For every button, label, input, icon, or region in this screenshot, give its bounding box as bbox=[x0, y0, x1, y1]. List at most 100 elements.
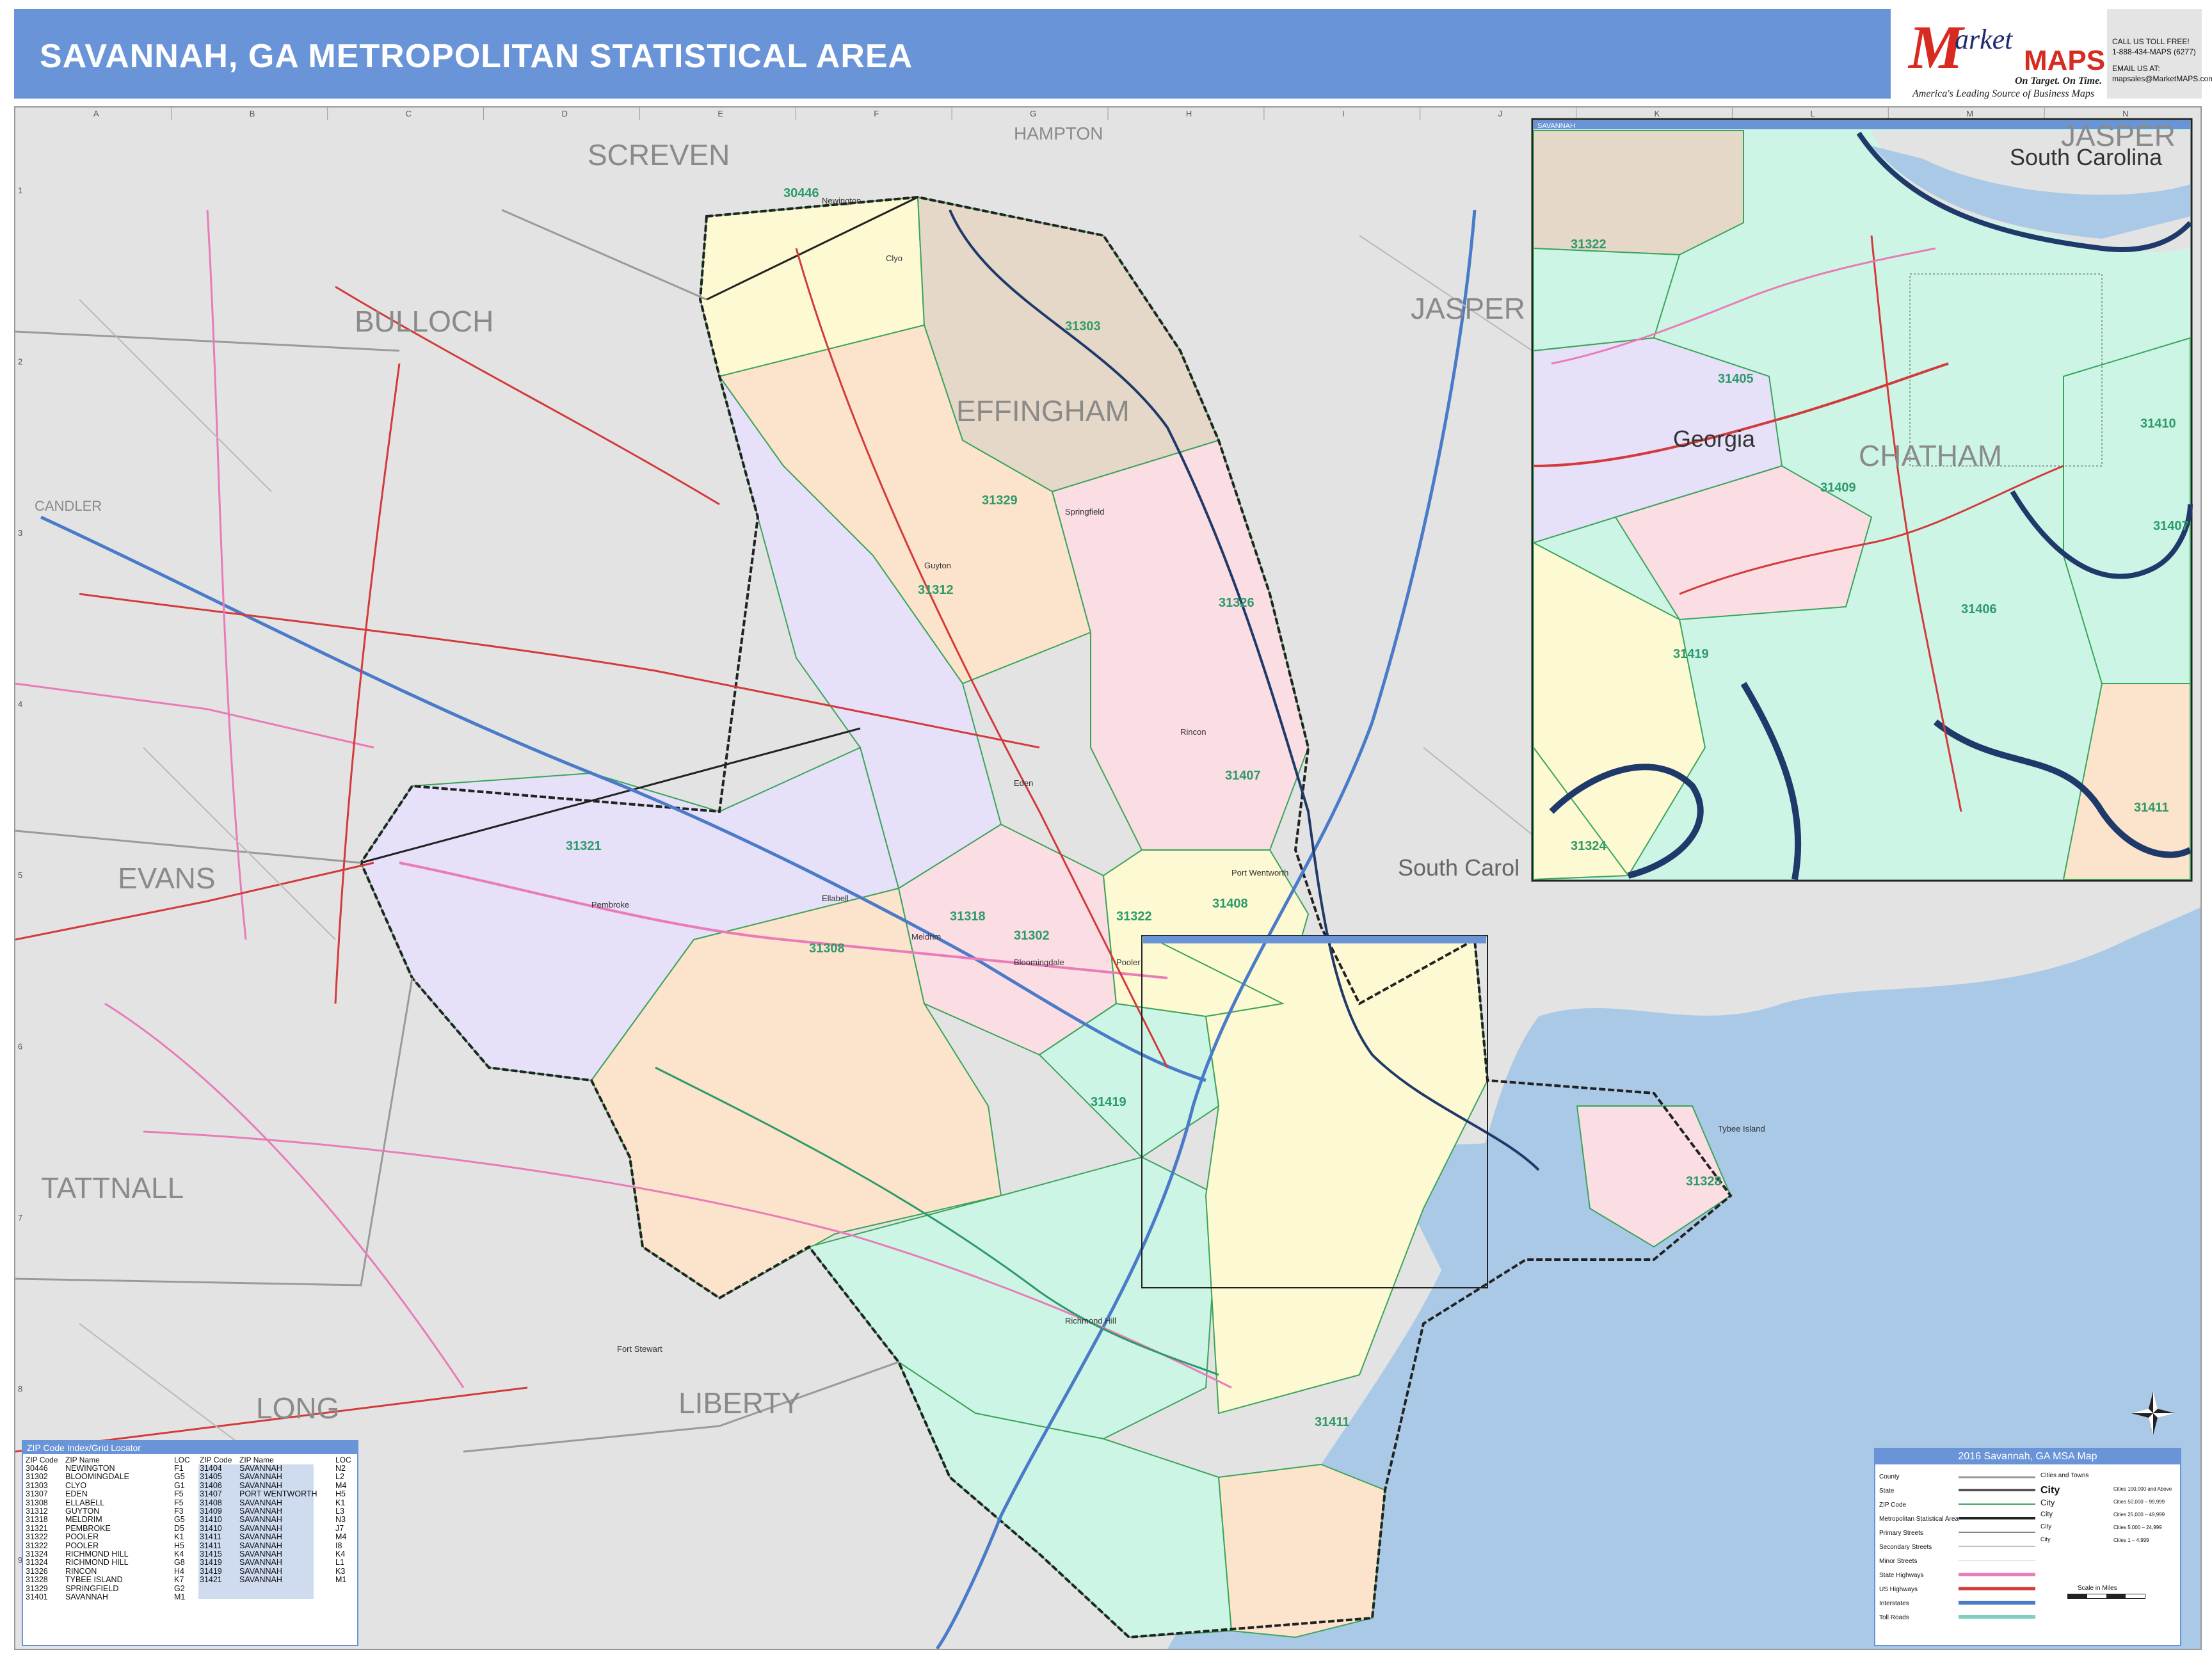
grid-letter: C bbox=[406, 109, 412, 118]
left-cell: G8 bbox=[174, 1558, 185, 1567]
legend-item: Metropolitan Statistical Area bbox=[1879, 1516, 1959, 1523]
grid-number: 6 bbox=[18, 1042, 22, 1052]
grid-letter: H bbox=[1186, 109, 1192, 118]
legend-city-range: Cities 1 – 4,999 bbox=[2113, 1537, 2149, 1543]
zip-header: ZIP Name bbox=[65, 1455, 100, 1464]
zip-label: 31324 bbox=[1571, 839, 1607, 853]
left-cell: 31308 bbox=[26, 1498, 48, 1507]
left-cell: F5 bbox=[174, 1498, 184, 1507]
zip-label: 31326 bbox=[1219, 596, 1254, 610]
grid-letter: M bbox=[1966, 109, 1973, 118]
legend-item: Secondary Streets bbox=[1879, 1544, 1932, 1551]
grid-number: 8 bbox=[18, 1384, 22, 1394]
right-cell: 31410 bbox=[200, 1523, 222, 1533]
zip-label: 31407 bbox=[1225, 769, 1261, 783]
left-cell: 31328 bbox=[26, 1575, 48, 1585]
zip-label: 31329 bbox=[982, 493, 1018, 508]
right-cell: SAVANNAH bbox=[239, 1515, 282, 1525]
zip-header: LOC bbox=[174, 1455, 190, 1464]
state-label-south-carolina-main: South Carol bbox=[1398, 854, 1519, 881]
legend-city-sample: City bbox=[2040, 1485, 2060, 1496]
legend-scale-bar bbox=[2067, 1594, 2145, 1599]
zip-label: 31411 bbox=[1315, 1415, 1350, 1429]
grid-number: 4 bbox=[18, 699, 22, 709]
grid-letter: B bbox=[250, 109, 255, 118]
inset-label-georgia: Georgia bbox=[1673, 426, 1756, 452]
left-cell: G1 bbox=[174, 1480, 185, 1490]
left-cell: SAVANNAH bbox=[65, 1592, 108, 1601]
left-cell: SPRINGFIELD bbox=[65, 1583, 119, 1593]
right-cell: L3 bbox=[335, 1507, 344, 1516]
contact-line2: 1-888-434-MAPS (6277) bbox=[2112, 47, 2196, 56]
contact-line4: mapsales@MarketMAPS.com bbox=[2112, 74, 2212, 83]
zip-label: 31321 bbox=[566, 839, 602, 853]
left-cell: EDEN bbox=[65, 1489, 88, 1499]
left-cell: POOLER bbox=[65, 1532, 99, 1542]
right-cell: N3 bbox=[335, 1515, 346, 1525]
left-cell: 31401 bbox=[26, 1592, 48, 1601]
right-cell: K1 bbox=[335, 1498, 346, 1507]
grid-number: 5 bbox=[18, 870, 22, 880]
county-label-hampton: HAMPTON bbox=[1014, 124, 1103, 143]
legend-item: US Highways bbox=[1879, 1586, 1918, 1593]
right-cell: PORT WENTWORTH bbox=[239, 1489, 317, 1499]
zip-label: 31407 bbox=[2153, 519, 2189, 533]
left-cell: G2 bbox=[174, 1583, 185, 1593]
zip-label: 31406 bbox=[1961, 602, 1997, 616]
right-cell: 31415 bbox=[200, 1550, 222, 1559]
zip-label: 31419 bbox=[1091, 1095, 1126, 1109]
map-title: SAVANNAH, GA METROPOLITAN STATISTICAL AR… bbox=[40, 38, 913, 75]
left-cell: G5 bbox=[174, 1472, 185, 1482]
right-cell: L2 bbox=[335, 1472, 344, 1482]
grid-letter: D bbox=[562, 109, 568, 118]
right-cell: K4 bbox=[335, 1550, 346, 1559]
right-cell: 31405 bbox=[200, 1472, 222, 1482]
zip-label: 31308 bbox=[809, 942, 845, 956]
right-cell: 31407 bbox=[200, 1489, 222, 1499]
zip-header: ZIP Name bbox=[239, 1455, 274, 1464]
left-cell: POOLER bbox=[65, 1541, 99, 1550]
grid-number: 2 bbox=[18, 357, 22, 366]
left-cell: ELLABELL bbox=[65, 1498, 105, 1507]
inset-tag: SAVANNAH bbox=[1537, 122, 1575, 130]
market-maps-logo: M arket MAPS On Target. On Time. America… bbox=[1900, 9, 2107, 99]
grid-numbers: 123456789 bbox=[18, 186, 22, 1565]
right-cell: 31406 bbox=[200, 1480, 222, 1490]
county-label-evans: EVANS bbox=[118, 862, 216, 895]
grid-letter: F bbox=[874, 109, 879, 118]
contact-line1: CALL US TOLL FREE! bbox=[2112, 37, 2190, 46]
legend-city-sample: City bbox=[2040, 1536, 2051, 1543]
grid-letter: L bbox=[1810, 109, 1815, 118]
place-label: Ellabell bbox=[822, 894, 849, 903]
right-cell: 31419 bbox=[200, 1558, 222, 1567]
zip-label: 31409 bbox=[1820, 481, 1856, 495]
right-cell: J7 bbox=[335, 1523, 344, 1533]
inset-tag-bar bbox=[1143, 936, 1486, 943]
logo-arket: arket bbox=[1955, 24, 2013, 55]
county-label-long: LONG bbox=[256, 1391, 339, 1425]
zip-label: 31328 bbox=[1686, 1174, 1722, 1189]
left-cell: K7 bbox=[174, 1575, 184, 1585]
right-cell: SAVANNAH bbox=[239, 1532, 282, 1542]
right-cell: SAVANNAH bbox=[239, 1507, 282, 1516]
place-label: Richmond Hill bbox=[1065, 1316, 1116, 1326]
right-cell: K3 bbox=[335, 1566, 346, 1576]
legend-item: Toll Roads bbox=[1879, 1614, 1909, 1621]
left-cell: H5 bbox=[174, 1541, 184, 1550]
place-label: Newington bbox=[822, 196, 861, 205]
left-cell: 31312 bbox=[26, 1507, 48, 1516]
zip-label: 31322 bbox=[1571, 237, 1607, 252]
left-cell: F3 bbox=[174, 1507, 184, 1516]
right-cell: M4 bbox=[335, 1480, 347, 1490]
left-cell: GUYTON bbox=[65, 1507, 100, 1516]
left-cell: MELDRIM bbox=[65, 1515, 102, 1525]
right-cell: SAVANNAH bbox=[239, 1575, 282, 1585]
zip-table-title: ZIP Code Index/Grid Locator bbox=[23, 1441, 357, 1454]
legend-item: Interstates bbox=[1879, 1600, 1909, 1607]
left-cell: 31321 bbox=[26, 1523, 48, 1533]
left-cell: RICHMOND HILL bbox=[65, 1558, 129, 1567]
grid-number: 7 bbox=[18, 1213, 22, 1222]
left-cell: K1 bbox=[174, 1532, 184, 1542]
legend-city-range: Cities 5,000 – 24,999 bbox=[2113, 1525, 2162, 1530]
inset-label-chatham: CHATHAM bbox=[1859, 439, 2002, 472]
